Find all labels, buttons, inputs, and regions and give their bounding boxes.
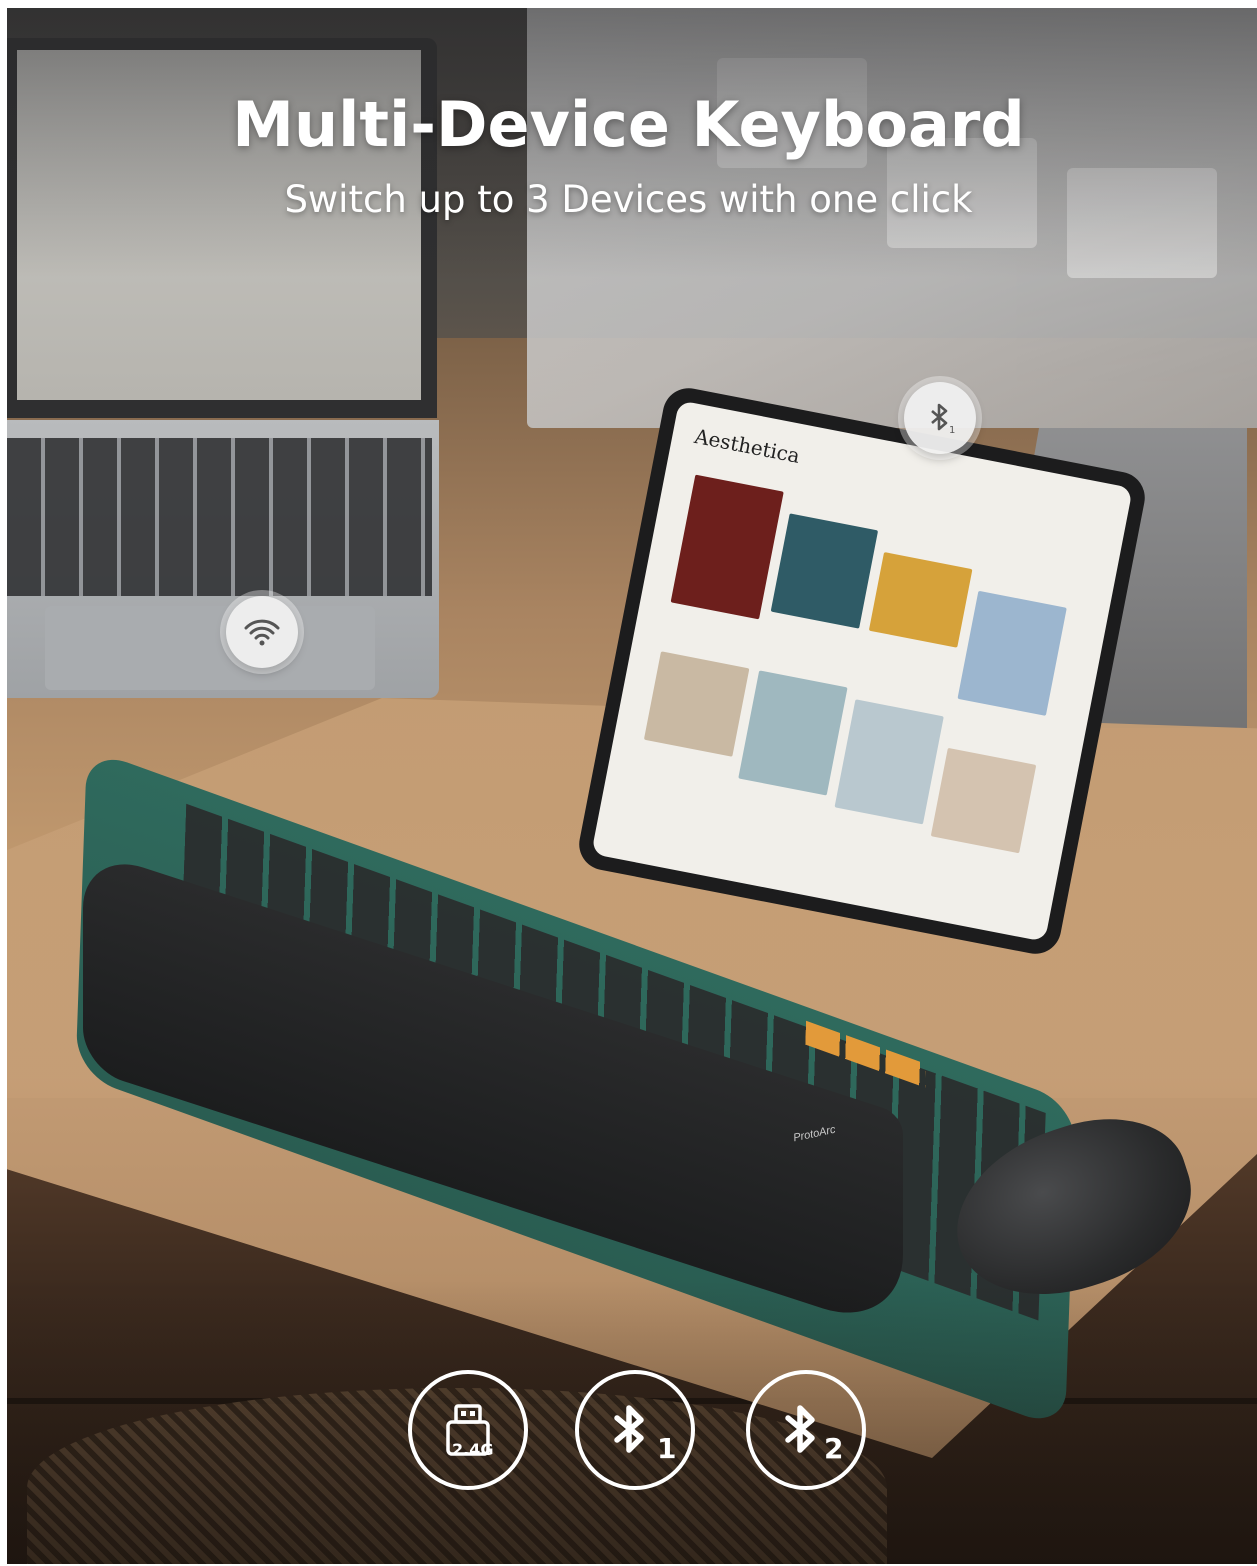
bluetooth-option-1: 1 (575, 1370, 695, 1490)
usb-receiver-label: 2.4G (452, 1440, 494, 1459)
page-title: Multi-Device Keyboard (232, 88, 1025, 161)
laptop-keyboard (7, 438, 432, 596)
bluetooth-1-icon: 1 (931, 403, 955, 436)
bluetooth-channel-2: 2 (824, 1432, 844, 1465)
bluetooth-option-2: 2 (746, 1370, 866, 1490)
wifi-badge (226, 596, 298, 668)
bluetooth-channel-1: 1 (657, 1432, 677, 1465)
tablet: Aesthetica (574, 383, 1150, 959)
svg-text:1: 1 (949, 425, 955, 436)
laptop-trackpad (45, 606, 375, 690)
connection-options: 2.4G 1 2 (0, 1370, 1257, 1490)
tablet-app-title: Aesthetica (692, 423, 802, 468)
tablet-screen: Aesthetica (591, 400, 1133, 942)
page-subtitle: Switch up to 3 Devices with one click (284, 178, 973, 221)
laptop-base (7, 420, 439, 698)
wifi-icon (244, 619, 280, 646)
usb-receiver-option: 2.4G (408, 1370, 528, 1490)
bluetooth-badge-1: 1 (904, 382, 976, 454)
